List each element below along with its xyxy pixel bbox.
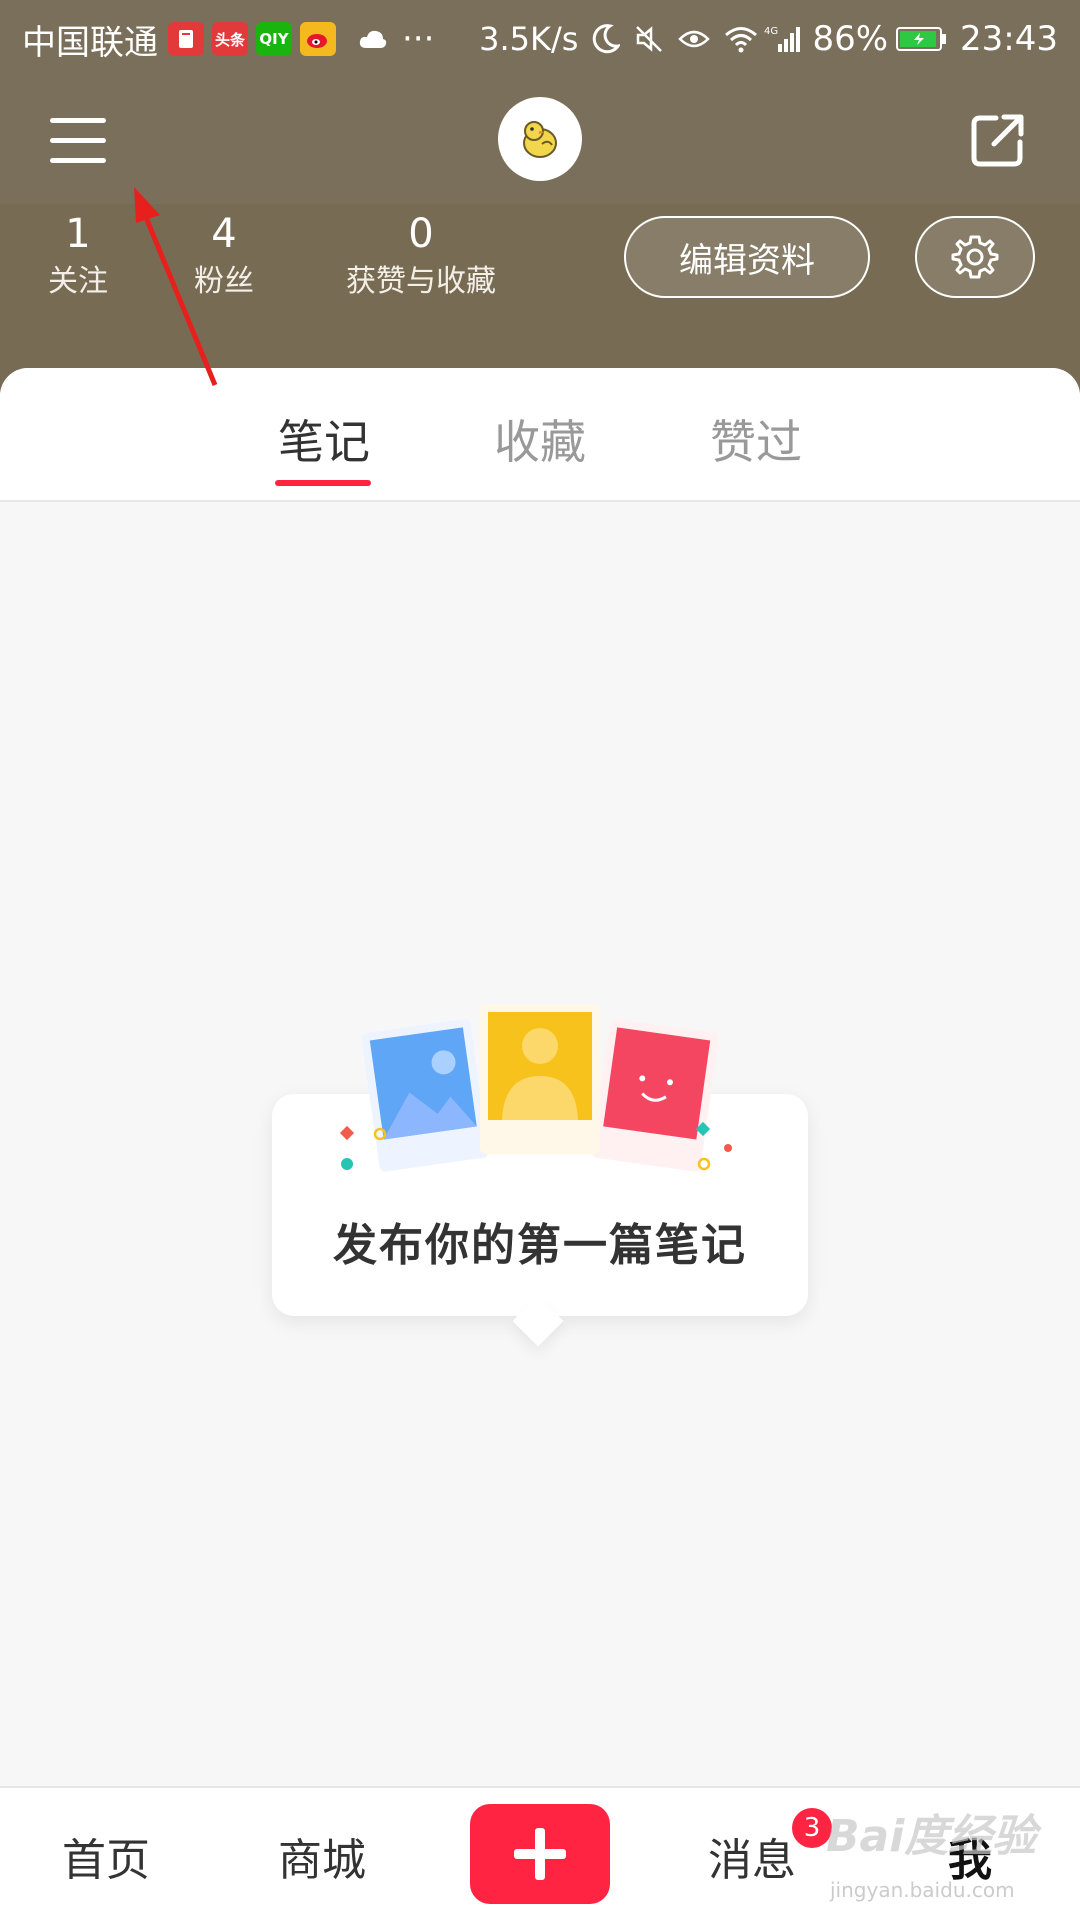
toutiao-app-icon: 头条: [212, 22, 248, 56]
carrier-name: 中国联通: [22, 22, 158, 63]
bottom-nav: 首页 商城 消息 3 我 Bai度经验 jingyan.baidu.com: [0, 1786, 1080, 1920]
stat-likes-collects[interactable]: 0 获赞与收藏: [336, 210, 506, 302]
more-notifications-icon: ···: [402, 19, 435, 59]
moon-icon: [592, 24, 621, 54]
publish-button[interactable]: [470, 1804, 610, 1904]
photos-illustration-icon: [339, 1004, 732, 1172]
settings-button[interactable]: [915, 216, 1035, 298]
stat-likes-value: 0: [408, 211, 434, 257]
cloud-icon: [358, 28, 388, 50]
chick-avatar-icon[interactable]: [498, 97, 582, 181]
wifi-icon: [724, 25, 758, 53]
gear-icon: [951, 235, 999, 279]
battery-charging-icon: [896, 26, 948, 52]
annotation-arrow: [134, 187, 218, 386]
eye-comfort-icon: [678, 27, 711, 51]
share-external-icon[interactable]: [966, 108, 1030, 172]
battery-percent: 86%: [812, 19, 889, 59]
nav-mall[interactable]: 商城: [278, 1824, 366, 1888]
nav-me[interactable]: 我: [948, 1824, 992, 1888]
weibo-app-icon: [300, 22, 336, 56]
tab-liked[interactable]: 赞过: [696, 406, 816, 472]
svg-text:4G: 4G: [764, 26, 778, 37]
messages-badge: 3: [792, 1808, 832, 1848]
book-app-icon: [168, 22, 204, 56]
iqiyi-app-icon: QIY: [256, 22, 292, 56]
signal-icon: 4G: [764, 24, 804, 54]
status-right: 3.5K/s 4G 86% 23:43: [443, 19, 1058, 59]
stat-following-value: 1: [65, 211, 91, 257]
empty-state-text: 发布你的第一篇笔记: [333, 1220, 747, 1271]
active-tab-indicator: [275, 480, 371, 486]
tab-notes[interactable]: 笔记: [264, 406, 384, 472]
mute-icon: [634, 24, 664, 54]
watermark-logo: Bai度经验: [826, 1811, 1037, 1862]
status-bar: 中国联通 头条 QIY ··· 3.5K/s 4G 86% 23:43: [0, 0, 1080, 78]
stat-following[interactable]: 1 关注: [40, 210, 116, 302]
tab-collections[interactable]: 收藏: [480, 406, 600, 472]
hamburger-menu-icon[interactable]: [50, 118, 110, 163]
status-left: 中国联通 头条 QIY ···: [22, 15, 434, 64]
stat-likes-label: 获赞与收藏: [346, 264, 496, 299]
clock: 23:43: [960, 19, 1058, 59]
stat-following-label: 关注: [48, 264, 108, 299]
nav-home[interactable]: 首页: [62, 1824, 150, 1888]
network-speed: 3.5K/s: [479, 20, 579, 58]
plus-icon: [514, 1828, 566, 1880]
nav-messages[interactable]: 消息: [708, 1824, 796, 1888]
edit-profile-button[interactable]: 编辑资料: [624, 216, 870, 298]
